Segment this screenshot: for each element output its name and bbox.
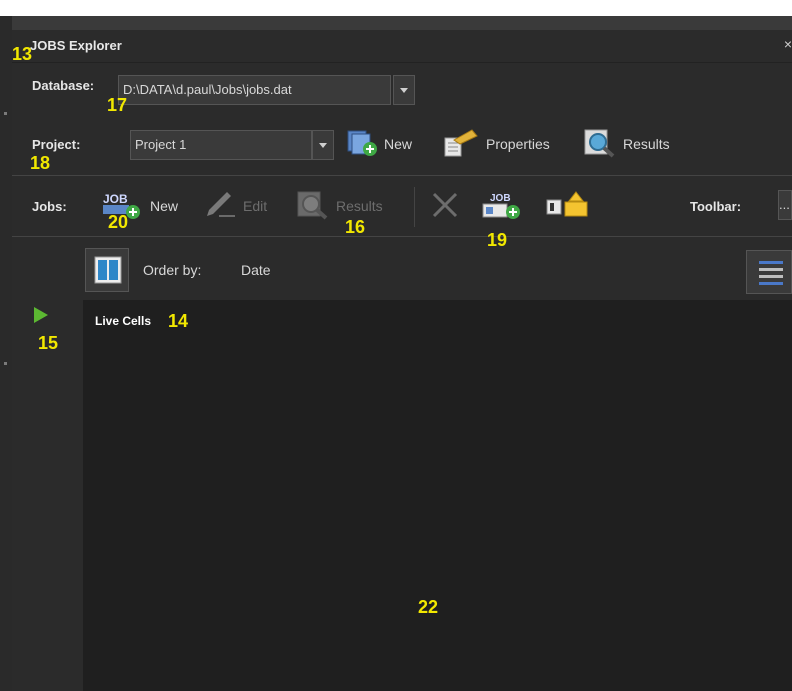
annotation-17: 17 <box>107 95 128 115</box>
order-bar: Order by: Date <box>83 238 792 300</box>
annotation-19: 19 <box>487 230 508 250</box>
row-divider <box>12 236 792 237</box>
annotation-13: 13 <box>12 44 33 64</box>
project-results-button[interactable]: Results <box>583 128 670 161</box>
annotation-18: 18 <box>30 153 51 173</box>
annotation-20: 20 <box>108 212 129 232</box>
job-group-plus-icon: JOB <box>480 190 524 223</box>
left-dock-strip <box>0 16 12 691</box>
project-dropdown-button[interactable] <box>312 130 334 160</box>
layout-button[interactable] <box>746 250 792 294</box>
order-by-value[interactable]: Date <box>241 262 271 278</box>
document-plus-icon <box>346 128 378 161</box>
annotation-22: 22 <box>418 597 439 617</box>
new-job-label: New <box>150 198 179 214</box>
project-label: Project: <box>32 137 81 152</box>
order-toggle-button[interactable] <box>85 248 129 292</box>
edit-job-button[interactable]: Edit <box>203 190 268 223</box>
magnifier-icon <box>296 190 330 223</box>
jobs-tree-view[interactable] <box>83 300 792 691</box>
dock-grip[interactable] <box>4 112 7 115</box>
toolbar-separator <box>414 187 415 227</box>
properties-icon <box>442 128 480 161</box>
play-arrow-icon <box>32 306 50 329</box>
annotation-16: 16 <box>345 217 366 237</box>
magnifier-icon <box>583 128 617 161</box>
jobs-label: Jobs: <box>32 199 67 214</box>
columns-icon <box>94 256 122 289</box>
properties-label: Properties <box>486 136 550 152</box>
tree-item-live-cells[interactable]: Live Cells <box>95 314 151 328</box>
panel-close-button[interactable]: × <box>784 36 792 52</box>
toolbar-select[interactable]: ... <box>778 190 792 220</box>
order-by-label: Order by: <box>143 262 202 278</box>
export-button[interactable] <box>545 190 589 223</box>
expand-button[interactable] <box>32 306 50 329</box>
project-results-label: Results <box>623 136 670 152</box>
edit-job-label: Edit <box>243 198 268 214</box>
new-project-label: New <box>384 136 413 152</box>
job-results-label: Results <box>336 198 383 214</box>
svg-text:JOB: JOB <box>490 193 511 204</box>
row-divider <box>12 175 792 176</box>
expander-gutter <box>24 300 84 691</box>
close-x-icon <box>428 190 462 223</box>
database-path-field[interactable]: D:\DATA\d.paul\Jobs\jobs.dat <box>118 75 391 105</box>
list-lines-icon <box>759 259 783 292</box>
properties-button[interactable]: Properties <box>442 128 550 161</box>
panel-title: JOBS Explorer <box>30 38 122 53</box>
svg-text:JOB: JOB <box>103 192 128 206</box>
panel-top-border <box>12 16 792 30</box>
project-select[interactable]: Project 1 <box>130 130 312 160</box>
annotation-15: 15 <box>38 333 59 353</box>
pencil-icon <box>203 190 237 223</box>
toolbar-label: Toolbar: <box>690 199 742 214</box>
export-icon <box>545 190 589 223</box>
dock-grip[interactable] <box>4 362 7 365</box>
add-job-group-button[interactable]: JOB <box>480 192 524 220</box>
delete-job-button[interactable] <box>428 192 462 220</box>
annotation-14: 14 <box>168 311 189 331</box>
new-project-button[interactable]: New <box>346 130 412 158</box>
database-dropdown-button[interactable] <box>393 75 415 105</box>
panel-titlebar: JOBS Explorer × <box>12 30 792 63</box>
database-label: Database: <box>32 78 95 93</box>
job-results-button[interactable]: Results <box>296 190 383 223</box>
